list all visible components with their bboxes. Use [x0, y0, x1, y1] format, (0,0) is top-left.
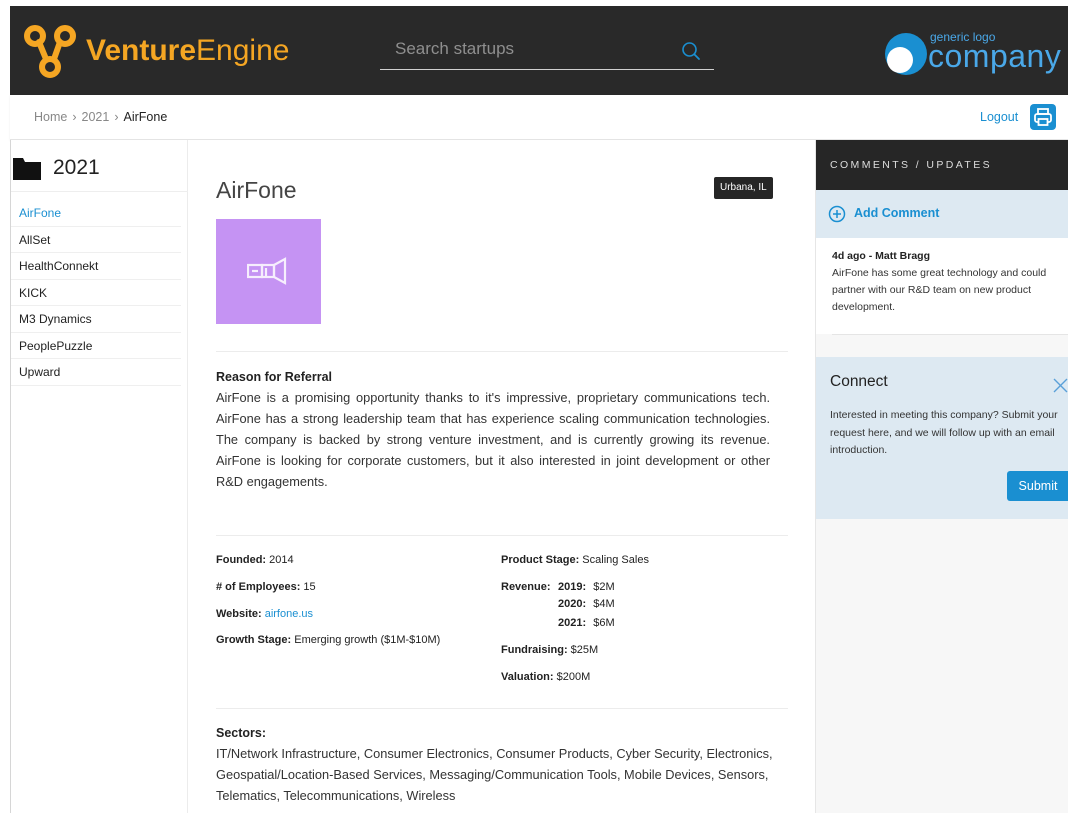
breadcrumb-current: AirFone [123, 110, 168, 124]
company-image [216, 219, 321, 324]
website-label: Website: [216, 608, 262, 620]
connect-description: Interested in meeting this company? Subm… [830, 409, 1058, 456]
breadcrumb: Home › 2021 › AirFone [34, 110, 167, 124]
growth-stage-value: Emerging growth ($1M-$10M) [294, 634, 441, 646]
comments-heading: COMMENTS / UPDATES [830, 159, 993, 171]
divider [216, 535, 788, 536]
breadcrumb-year[interactable]: 2021 [82, 110, 110, 124]
valuation-value: $200M [556, 671, 591, 683]
search-input[interactable] [380, 34, 660, 64]
fundraising-field: Fundraising: $25M [501, 644, 598, 656]
sidebar-item-upward[interactable]: Upward [11, 359, 181, 386]
comment-text: AirFone has some great technology and co… [832, 267, 1047, 313]
employees-label: # of Employees: [216, 581, 301, 593]
revenue-year: 2020: [558, 598, 587, 610]
top-header: VentureEngine generic logo company [10, 6, 1068, 95]
right-sidebar: COMMENTS / UPDATES Add Comment 4d ago - … [815, 140, 1068, 813]
divider [832, 334, 1068, 335]
company-list: AirFone AllSet HealthConnekt KICK M3 Dyn… [11, 200, 189, 386]
printer-icon [1034, 108, 1052, 126]
valuation-field: Valuation: $200M [501, 671, 590, 683]
revenue-row: 2020: $4M [558, 598, 615, 610]
sectors-heading: Sectors: [216, 726, 267, 740]
folder-header: 2021 [11, 152, 189, 192]
comments-header: COMMENTS / UPDATES [816, 140, 1068, 190]
sectors-text: IT/Network Infrastructure, Consumer Elec… [216, 746, 773, 803]
revenue-label: Revenue: [501, 581, 551, 593]
website-link[interactable]: airfone.us [265, 608, 313, 620]
referral-text: AirFone is a promising opportunity thank… [216, 390, 770, 489]
breadcrumb-bar: Home › 2021 › AirFone Logout [10, 95, 1068, 140]
breadcrumb-home[interactable]: Home [34, 110, 67, 124]
brand-bold: Venture [86, 34, 197, 67]
product-stage-label: Product Stage: [501, 554, 580, 566]
logout-link[interactable]: Logout [980, 110, 1018, 124]
sidebar-item-airfone[interactable]: AirFone [11, 200, 181, 227]
close-icon[interactable] [1052, 377, 1068, 394]
breadcrumb-separator: › [114, 110, 119, 124]
submit-button[interactable]: Submit [1007, 471, 1068, 501]
add-comment-button[interactable]: Add Comment [816, 190, 1068, 238]
founded-field: Founded: 2014 [216, 554, 294, 566]
venture-engine-logo-icon[interactable] [24, 25, 76, 79]
revenue-year: 2019: [558, 581, 587, 593]
divider [216, 351, 788, 352]
revenue-label-row: Revenue: [501, 581, 551, 593]
referral-heading: Reason for Referral [216, 370, 333, 384]
sidebar-item-allset[interactable]: AllSet [11, 227, 181, 253]
company-logo-circle-icon [885, 33, 927, 75]
sidebar-item-peoplepuzzle[interactable]: PeoplePuzzle [11, 333, 181, 359]
plus-circle-icon [828, 205, 846, 223]
company-logo: generic logo company [882, 24, 1068, 80]
company-profile: AirFone Urbana, IL Reason for Referral A… [188, 140, 815, 813]
folder-icon [13, 158, 41, 180]
revenue-row: 2021: $6M [558, 617, 615, 629]
revenue-year: 2021: [558, 617, 587, 629]
fundraising-label: Fundraising: [501, 644, 568, 656]
revenue-value: $6M [593, 617, 615, 629]
print-button[interactable] [1030, 104, 1056, 130]
comment-item: 4d ago - Matt Bragg AirFone has some gre… [816, 238, 1068, 334]
website-field: Website: airfone.us [216, 608, 313, 620]
fundraising-value: $25M [570, 644, 599, 656]
revenue-row: 2019: $2M [558, 581, 615, 593]
revenue-value: $4M [593, 598, 615, 610]
product-stage-value: Scaling Sales [582, 554, 649, 566]
page-title: AirFone [216, 177, 297, 203]
growth-stage-label: Growth Stage: [216, 634, 292, 646]
product-stage-field: Product Stage: Scaling Sales [501, 554, 649, 566]
breadcrumb-separator: › [72, 110, 77, 124]
sidebar-item-m3-dynamics[interactable]: M3 Dynamics [11, 306, 181, 333]
sidebar-item-healthconnekt[interactable]: HealthConnekt [11, 253, 181, 280]
employees-value: 15 [303, 581, 316, 593]
search-icon[interactable] [680, 40, 702, 62]
growth-stage-field: Growth Stage: Emerging growth ($1M-$10M) [216, 634, 440, 646]
folder-title: 2021 [53, 156, 100, 179]
sidebar-item-kick[interactable]: KICK [11, 280, 181, 306]
add-comment-label: Add Comment [854, 206, 940, 220]
left-sidebar: 2021 AirFone AllSet HealthConnekt KICK M… [10, 140, 189, 813]
search-bar [380, 34, 714, 70]
valuation-label: Valuation: [501, 671, 554, 683]
brand-name[interactable]: VentureEngine [86, 34, 289, 68]
divider [216, 708, 788, 709]
connect-title: Connect [830, 373, 888, 390]
company-logo-text: company [928, 38, 1062, 74]
connect-panel: Connect Interested in meeting this compa… [816, 357, 1068, 519]
founded-value: 2014 [269, 554, 294, 566]
megaphone-icon [247, 257, 287, 285]
brand-light: Engine [196, 34, 290, 67]
comment-author: 4d ago - Matt Bragg [832, 250, 931, 262]
location-badge: Urbana, IL [714, 177, 773, 199]
revenue-value: $2M [593, 581, 615, 593]
employees-field: # of Employees: 15 [216, 581, 316, 593]
founded-label: Founded: [216, 554, 267, 566]
